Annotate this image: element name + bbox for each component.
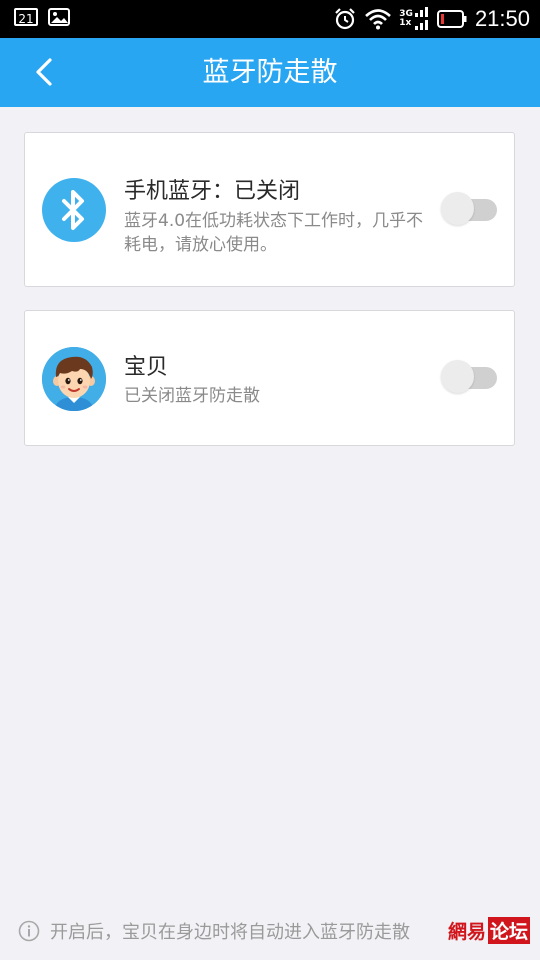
watermark-logo: 網易 论坛 <box>447 916 530 944</box>
back-button[interactable] <box>28 54 64 90</box>
gallery-icon <box>48 8 70 26</box>
baby-anti-lost-toggle[interactable] <box>441 360 497 393</box>
alarm-icon <box>335 8 356 30</box>
toggle-knob <box>441 360 474 393</box>
baby-card: 宝贝 已关闭蓝牙防走散 <box>24 310 515 446</box>
app-bar: 蓝牙防走散 <box>0 38 540 107</box>
bluetooth-icon <box>42 178 106 242</box>
bluetooth-toggle[interactable] <box>441 192 497 225</box>
page-title: 蓝牙防走散 <box>202 57 338 88</box>
battery-icon <box>436 10 467 28</box>
baby-avatar <box>42 347 106 411</box>
cellular-signal-icon: 3G 1x <box>399 7 429 31</box>
watermark-part2: 论坛 <box>487 916 530 944</box>
status-bar: 21 3G 1x 21:50 <box>0 0 540 38</box>
clock: 21:50 <box>474 6 530 31</box>
baby-name: 宝贝 <box>124 355 169 380</box>
toggle-knob <box>441 192 474 225</box>
footer-tip-text: 开启后，宝贝在身边时将自动进入蓝牙防走散 <box>50 922 410 943</box>
info-icon <box>18 920 40 942</box>
wifi-icon <box>365 9 392 30</box>
watermark-part1: 網易 <box>447 920 486 943</box>
signal-bars-icon <box>414 7 428 30</box>
bluetooth-status-title: 手机蓝牙：已关闭 <box>124 179 301 204</box>
notification-count-icon: 21 <box>14 8 38 26</box>
network-type-bottom: 1x <box>399 18 412 28</box>
baby-status-description: 已关闭蓝牙防走散 <box>124 386 260 406</box>
bluetooth-status-card: 手机蓝牙：已关闭 蓝牙4.0在低功耗状态下工作时，几乎不耗电，请放心使用。 <box>24 132 515 287</box>
footer-tip: 开启后，宝贝在身边时将自动进入蓝牙防走散 <box>18 917 410 945</box>
bluetooth-status-description: 蓝牙4.0在低功耗状态下工作时，几乎不耗电，请放心使用。 <box>124 211 424 255</box>
